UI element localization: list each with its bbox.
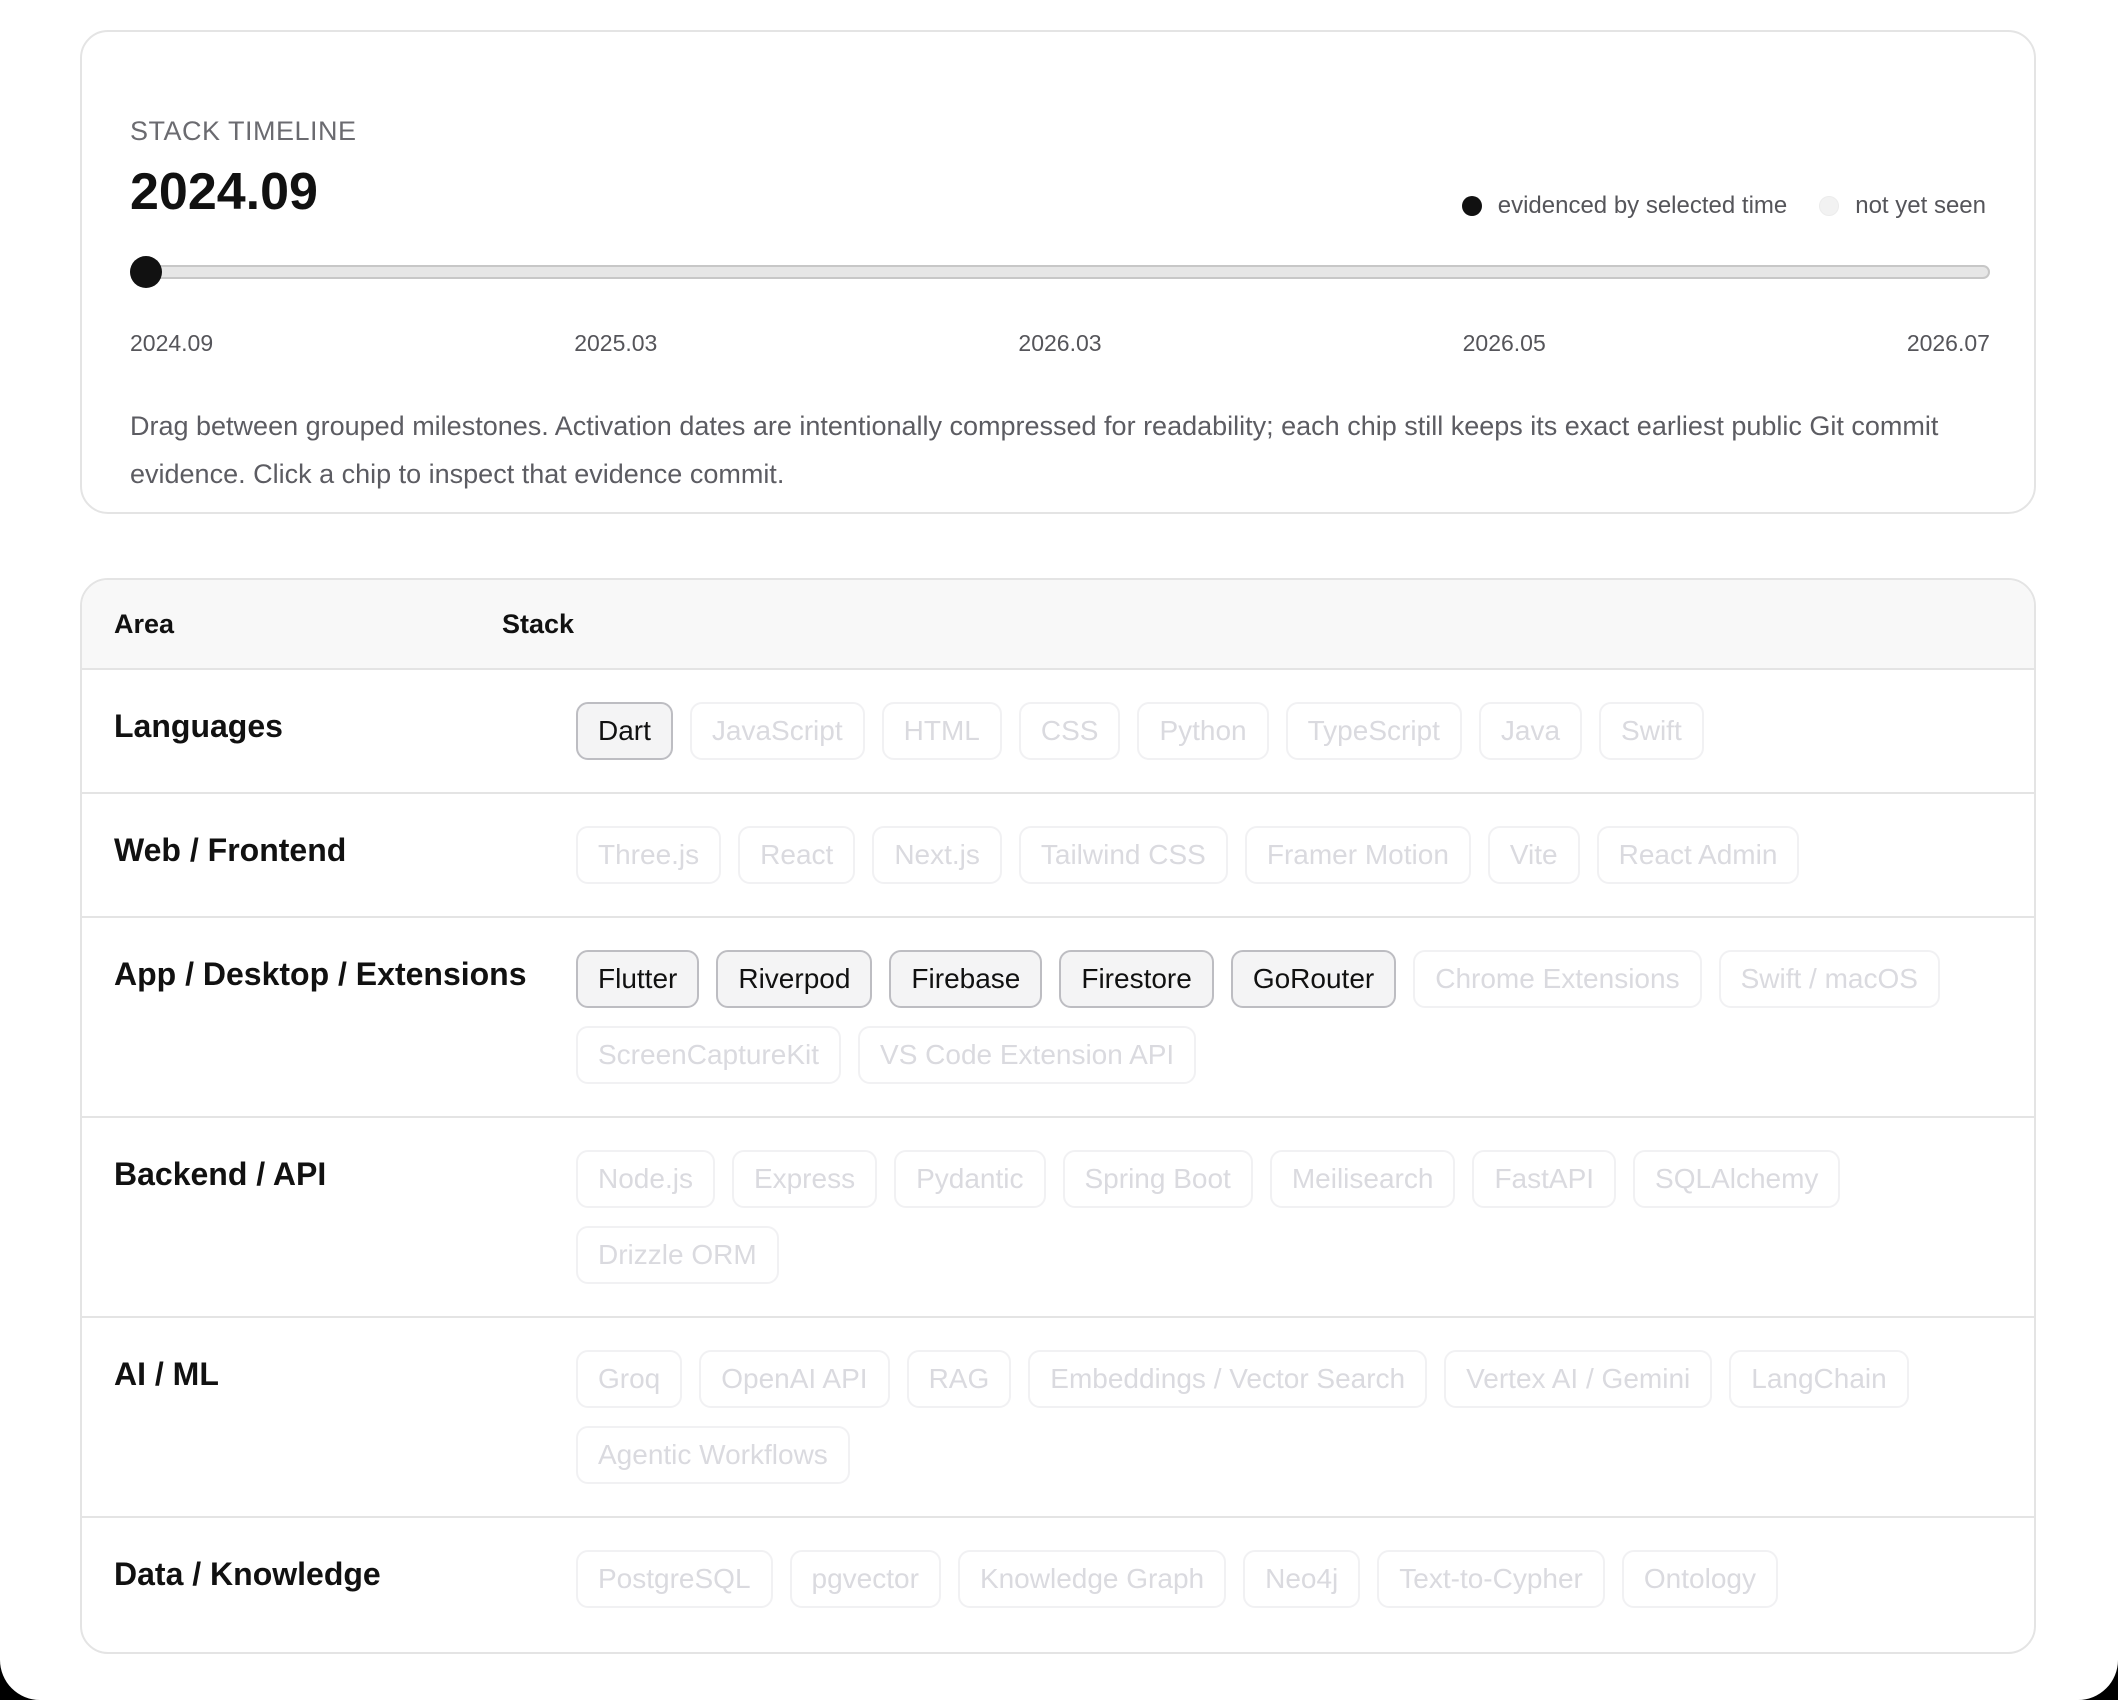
stack-chip[interactable]: FastAPI: [1472, 1150, 1617, 1208]
table-row: App / Desktop / Extensions Flutter Riverpo…: [82, 918, 2034, 1118]
stack-chip[interactable]: Tailwind CSS: [1018, 826, 1228, 884]
page: STACK TIMELINE 2024.09 evidenced by sele…: [0, 0, 2118, 1700]
column-header-stack: Stack: [502, 608, 575, 639]
stack-chip-list: Flutter Riverpod Firebase Firestore GoRouter…: [576, 918, 2034, 1116]
timeline-instructions: Drag between grouped milestones. Activat…: [130, 411, 1939, 489]
timeline-tick-label: 2025.03: [574, 330, 658, 356]
legend-evidenced-label: evidenced by selected time: [1497, 192, 1788, 219]
stack-chip[interactable]: SQLAlchemy: [1633, 1150, 1841, 1208]
row-area-label: Data / Knowledge: [114, 1556, 381, 1592]
stack-chip[interactable]: OpenAI API: [699, 1350, 890, 1408]
filled-dot-icon: [1461, 196, 1482, 216]
stack-chip[interactable]: Dart: [576, 702, 673, 760]
stack-chip[interactable]: Python: [1137, 702, 1269, 760]
stack-chip[interactable]: Firebase: [889, 950, 1043, 1008]
stack-chip[interactable]: TypeScript: [1285, 702, 1462, 760]
stack-chip[interactable]: Pydantic: [894, 1150, 1046, 1208]
stack-chip[interactable]: GoRouter: [1230, 950, 1397, 1008]
stack-chip[interactable]: Text-to-Cypher: [1377, 1550, 1605, 1608]
stack-chip[interactable]: Swift / macOS: [1718, 950, 1940, 1008]
timeline-tick-label: 2024.09: [130, 330, 214, 356]
row-area-label: Web / Frontend: [114, 832, 347, 868]
stack-chip[interactable]: Three.js: [576, 826, 722, 884]
table-row: AI / ML Groq OpenAI API RAG Embeddings / Vec…: [82, 1318, 2034, 1518]
stack-chip-list: Node.js Express Pydantic Spring Boot Meilise…: [576, 1118, 2034, 1316]
slider-thumb[interactable]: [130, 256, 162, 288]
stack-chip[interactable]: LangChain: [1729, 1350, 1909, 1408]
row-area-label: App / Desktop / Extensions: [114, 956, 527, 992]
table-row: Web / Frontend Three.js React Next.js Tailwi…: [82, 794, 2034, 918]
legend-evidenced: evidenced by selected time: [1461, 192, 1788, 220]
stack-chip[interactable]: Spring Boot: [1062, 1150, 1253, 1208]
table-body: Languages Dart JavaScript HTML CSS Python Type…: [82, 670, 2034, 1640]
stack-chip[interactable]: Swift: [1599, 702, 1704, 760]
stack-chip[interactable]: HTML: [881, 702, 1002, 760]
timeline-eyebrow: STACK TIMELINE: [130, 116, 357, 146]
row-area-label: AI / ML: [114, 1356, 219, 1392]
empty-dot-icon: [1819, 196, 1840, 216]
stack-chip[interactable]: Vite: [1487, 826, 1580, 884]
row-area-label: Backend / API: [114, 1156, 327, 1192]
stack-chip[interactable]: Node.js: [576, 1150, 715, 1208]
stack-chip[interactable]: PostgreSQL: [576, 1550, 773, 1608]
stack-chip[interactable]: React Admin: [1596, 826, 1800, 884]
table-row: Backend / API Node.js Express Pydantic Sprin…: [82, 1118, 2034, 1318]
timeline-slider[interactable]: [130, 252, 1990, 292]
timeline-tick-label: 2026.07: [1906, 330, 1990, 356]
stack-timeline-card: STACK TIMELINE 2024.09 evidenced by sele…: [80, 30, 2036, 514]
slider-track[interactable]: [130, 265, 1990, 279]
stack-chip[interactable]: Drizzle ORM: [576, 1226, 779, 1284]
stack-chip[interactable]: ScreenCaptureKit: [576, 1026, 842, 1084]
stack-chip[interactable]: JavaScript: [689, 702, 865, 760]
stack-chip[interactable]: VS Code Extension API: [858, 1026, 1197, 1084]
timeline-tick-label: 2026.05: [1462, 330, 1546, 356]
stack-chip-list: Dart JavaScript HTML CSS Python TypeScript Jav…: [576, 670, 2034, 792]
row-area-label: Languages: [114, 708, 283, 744]
stack-chip[interactable]: Knowledge Graph: [957, 1550, 1227, 1608]
stack-chip[interactable]: CSS: [1018, 702, 1121, 760]
stack-chip[interactable]: RAG: [906, 1350, 1012, 1408]
stack-chip[interactable]: Chrome Extensions: [1413, 950, 1702, 1008]
legend-not-seen-label: not yet seen: [1855, 192, 1986, 219]
stack-chip-list: Groq OpenAI API RAG Embeddings / Vector Sea…: [576, 1318, 2034, 1516]
table-header: Area Stack: [82, 580, 2034, 670]
stack-chip[interactable]: Framer Motion: [1244, 826, 1471, 884]
stack-chip[interactable]: Embeddings / Vector Search: [1028, 1350, 1428, 1408]
stack-chip[interactable]: React: [738, 826, 856, 884]
stack-chip[interactable]: Java: [1478, 702, 1583, 760]
stack-chip-list: PostgreSQL pgvector Knowledge Graph Neo4j Te…: [576, 1518, 2034, 1640]
stack-chip[interactable]: Flutter: [576, 950, 700, 1008]
table-row: Data / Knowledge PostgreSQL pgvector Knowle…: [82, 1518, 2034, 1640]
stack-chip[interactable]: Ontology: [1621, 1550, 1778, 1608]
column-header-area: Area: [114, 608, 175, 639]
stack-table: Area Stack Languages Dart JavaScript HTML CS…: [80, 578, 2036, 1654]
timeline-ticks: 2024.09 2025.03 2026.03 2026.05 2026.07: [130, 330, 1990, 357]
stack-chip-list: Three.js React Next.js Tailwind CSS Framer M…: [576, 794, 2034, 916]
table-row: Languages Dart JavaScript HTML CSS Python Type…: [82, 670, 2034, 794]
stack-chip[interactable]: Express: [731, 1150, 878, 1208]
stack-chip[interactable]: Agentic Workflows: [576, 1426, 850, 1484]
stack-chip[interactable]: Vertex AI / Gemini: [1444, 1350, 1713, 1408]
timeline-legend: evidenced by selected time not yet seen: [1461, 192, 1986, 220]
selected-time: 2024.09: [130, 163, 318, 221]
stack-chip[interactable]: Riverpod: [716, 950, 873, 1008]
stack-chip[interactable]: Next.js: [872, 826, 1002, 884]
stack-chip[interactable]: Neo4j: [1243, 1550, 1361, 1608]
stack-chip[interactable]: pgvector: [789, 1550, 941, 1608]
stack-chip[interactable]: Firestore: [1059, 950, 1214, 1008]
timeline-tick-label: 2026.03: [1018, 330, 1102, 356]
stack-chip[interactable]: Meilisearch: [1269, 1150, 1456, 1208]
stack-chip[interactable]: Groq: [576, 1350, 683, 1408]
legend-not-seen: not yet seen: [1819, 192, 1986, 220]
